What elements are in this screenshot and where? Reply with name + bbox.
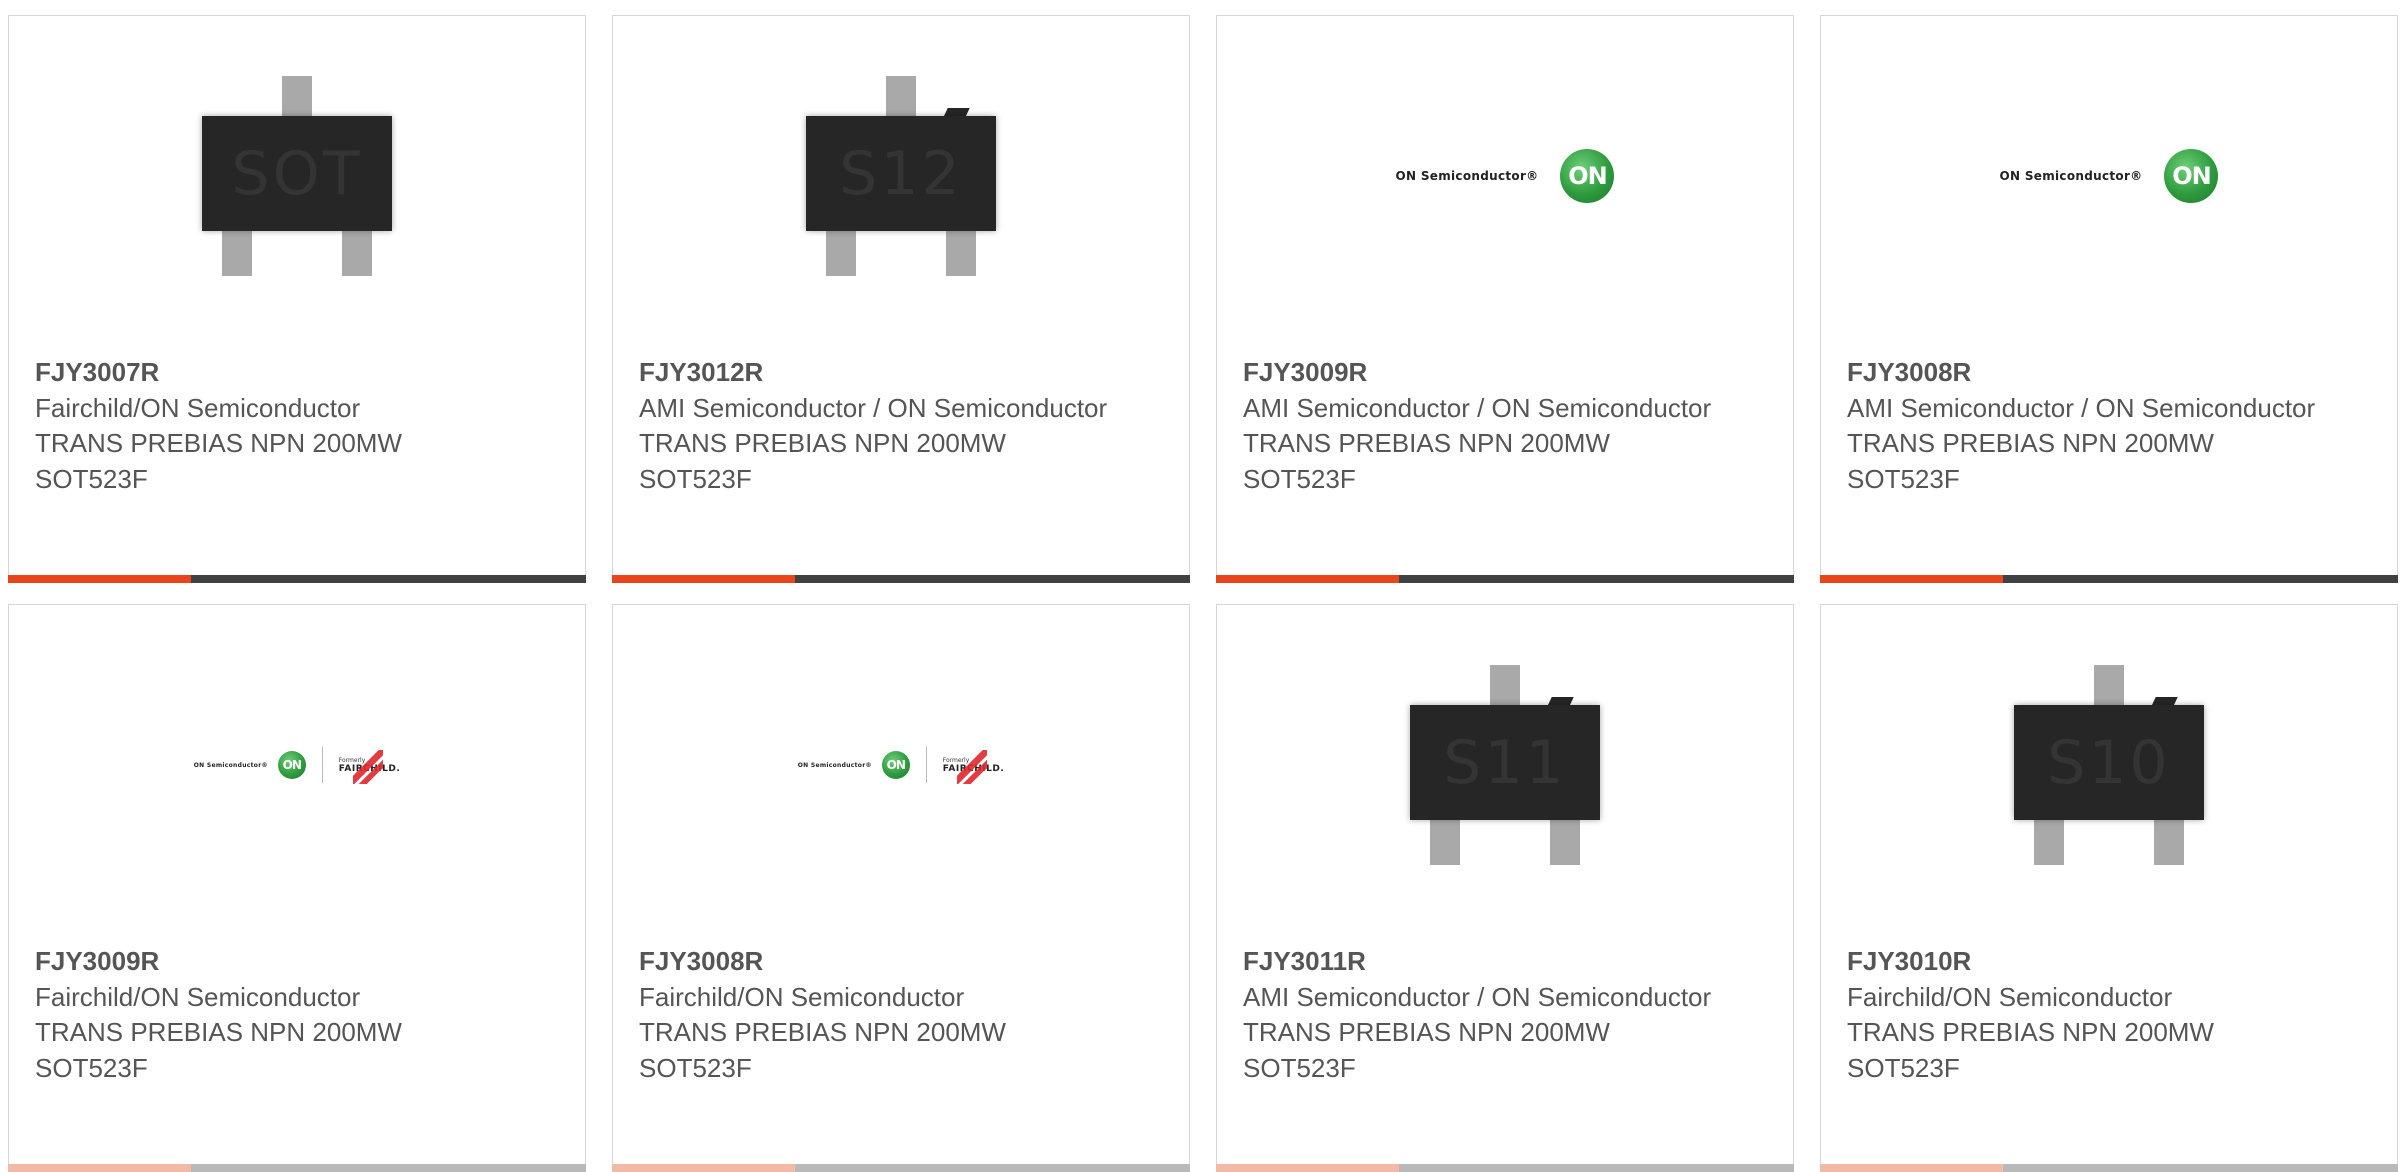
logo-text: ON Semiconductor® <box>193 761 268 769</box>
product-card[interactable]: ON Semiconductor® ON Formerly FAIRCHILD.… <box>8 604 586 1172</box>
on-logo-icon: ON <box>881 751 910 779</box>
on-logo-icon: ON <box>2164 149 2219 203</box>
product-image[interactable]: SOT <box>9 16 585 336</box>
card-bottom-bar <box>1216 575 1794 583</box>
chip-marking: S12 <box>839 138 963 209</box>
part-number-link[interactable]: FJY3011R <box>1243 944 1713 980</box>
on-semiconductor-logo: ON Semiconductor® ON <box>2000 149 2219 203</box>
logo-text: ON Semiconductor® <box>1395 169 1539 183</box>
logo-text: ON Semiconductor® <box>1999 169 2143 183</box>
description: TRANS PREBIAS NPN 200MW SOT523F <box>1847 428 2214 494</box>
on-semiconductor-logo: ON Semiconductor® ON <box>1396 149 1615 203</box>
bar-rest <box>795 575 1190 583</box>
chip-package-image: SOT <box>202 76 392 276</box>
product-grid: SOT FJY3007R Fairchild/ON Semiconductor … <box>8 15 2400 1172</box>
manufacturer: AMI Semiconductor / ON Semiconductor <box>1847 392 2316 423</box>
product-image[interactable]: ON Semiconductor® ON <box>1821 16 2397 336</box>
manufacturer: Fairchild/ON Semiconductor <box>35 392 361 423</box>
product-card[interactable]: ON Semiconductor® ON FJY3009R AMI Semico… <box>1216 15 1794 583</box>
bar-rest <box>1399 575 1794 583</box>
product-card[interactable]: ON Semiconductor® ON Formerly FAIRCHILD.… <box>612 604 1190 1172</box>
product-info: FJY3010R Fairchild/ON Semiconductor TRAN… <box>1847 944 2317 1086</box>
part-number-link[interactable]: FJY3009R <box>35 944 505 980</box>
bar-rest <box>1399 1164 1794 1172</box>
logo-text: ON Semiconductor® <box>797 761 872 769</box>
on-fairchild-logo: ON Semiconductor® ON Formerly FAIRCHILD. <box>797 747 1005 784</box>
fairchild-logo-icon: FAIRCHILD. <box>943 749 1004 784</box>
part-number-link[interactable]: FJY3009R <box>1243 355 1713 391</box>
description: TRANS PREBIAS NPN 200MW SOT523F <box>1243 1017 1610 1083</box>
bar-accent <box>8 575 191 583</box>
product-image[interactable]: ON Semiconductor® ON Formerly FAIRCHILD. <box>613 605 1189 925</box>
card-bottom-bar <box>8 575 586 583</box>
manufacturer: Fairchild/ON Semiconductor <box>639 981 965 1012</box>
on-fairchild-logo: ON Semiconductor® ON Formerly FAIRCHILD. <box>193 747 401 784</box>
on-logo-icon: ON <box>277 751 306 779</box>
product-info: FJY3008R Fairchild/ON Semiconductor TRAN… <box>639 944 1109 1086</box>
bar-accent <box>1216 575 1399 583</box>
product-info: FJY3011R AMI Semiconductor / ON Semicond… <box>1243 944 1713 1086</box>
card-bottom-bar <box>612 1164 1190 1172</box>
card-bottom-bar <box>8 1164 586 1172</box>
bar-accent <box>612 575 795 583</box>
description: TRANS PREBIAS NPN 200MW SOT523F <box>35 428 402 494</box>
product-card[interactable]: SOT FJY3007R Fairchild/ON Semiconductor … <box>8 15 586 583</box>
product-info: FJY3009R Fairchild/ON Semiconductor TRAN… <box>35 944 505 1086</box>
on-logo-icon: ON <box>1560 149 1615 203</box>
description: TRANS PREBIAS NPN 200MW SOT523F <box>639 1017 1006 1083</box>
description: TRANS PREBIAS NPN 200MW SOT523F <box>1847 1017 2214 1083</box>
product-image[interactable]: S11 <box>1217 605 1793 925</box>
product-image[interactable]: ON Semiconductor® ON Formerly FAIRCHILD. <box>9 605 585 925</box>
bar-accent <box>8 1164 191 1172</box>
product-card[interactable]: S11 FJY3011R AMI Semiconductor / ON Semi… <box>1216 604 1794 1172</box>
manufacturer: Fairchild/ON Semiconductor <box>35 981 361 1012</box>
product-info: FJY3008R AMI Semiconductor / ON Semicond… <box>1847 355 2317 497</box>
card-bottom-bar <box>612 575 1190 583</box>
product-image[interactable]: ON Semiconductor® ON <box>1217 16 1793 336</box>
part-number-link[interactable]: FJY3008R <box>639 944 1109 980</box>
manufacturer: Fairchild/ON Semiconductor <box>1847 981 2173 1012</box>
manufacturer: AMI Semiconductor / ON Semiconductor <box>1243 981 1712 1012</box>
card-bottom-bar <box>1820 1164 2398 1172</box>
chip-package-image: S10 <box>2014 665 2204 865</box>
product-card[interactable]: S12 FJY3012R AMI Semiconductor / ON Semi… <box>612 15 1190 583</box>
manufacturer: AMI Semiconductor / ON Semiconductor <box>1243 392 1712 423</box>
description: TRANS PREBIAS NPN 200MW SOT523F <box>1243 428 1610 494</box>
part-number-link[interactable]: FJY3007R <box>35 355 505 391</box>
manufacturer: AMI Semiconductor / ON Semiconductor <box>639 392 1108 423</box>
chip-marking: S10 <box>2047 727 2171 798</box>
bar-accent <box>1820 575 2003 583</box>
bar-accent <box>612 1164 795 1172</box>
description: TRANS PREBIAS NPN 200MW SOT523F <box>639 428 1006 494</box>
product-card[interactable]: ON Semiconductor® ON FJY3008R AMI Semico… <box>1820 15 2398 583</box>
bar-rest <box>795 1164 1190 1172</box>
bar-accent <box>1820 1164 2003 1172</box>
product-info: FJY3012R AMI Semiconductor / ON Semicond… <box>639 355 1109 497</box>
part-number-link[interactable]: FJY3010R <box>1847 944 2317 980</box>
bar-rest <box>191 575 586 583</box>
product-image[interactable]: S10 <box>1821 605 2397 925</box>
product-image[interactable]: S12 <box>613 16 1189 336</box>
part-number-link[interactable]: FJY3012R <box>639 355 1109 391</box>
chip-package-image: S12 <box>806 76 996 276</box>
bar-rest <box>191 1164 586 1172</box>
chip-package-image: S11 <box>1410 665 1600 865</box>
product-info: FJY3007R Fairchild/ON Semiconductor TRAN… <box>35 355 505 497</box>
description: TRANS PREBIAS NPN 200MW SOT523F <box>35 1017 402 1083</box>
chip-marking: S11 <box>1443 727 1567 798</box>
chip-marking: SOT <box>231 138 363 209</box>
product-card[interactable]: S10 FJY3010R Fairchild/ON Semiconductor … <box>1820 604 2398 1172</box>
card-bottom-bar <box>1820 575 2398 583</box>
bar-accent <box>1216 1164 1399 1172</box>
part-number-link[interactable]: FJY3008R <box>1847 355 2317 391</box>
card-bottom-bar <box>1216 1164 1794 1172</box>
product-info: FJY3009R AMI Semiconductor / ON Semicond… <box>1243 355 1713 497</box>
bar-rest <box>2003 575 2398 583</box>
bar-rest <box>2003 1164 2398 1172</box>
fairchild-logo-icon: FAIRCHILD. <box>339 749 400 784</box>
